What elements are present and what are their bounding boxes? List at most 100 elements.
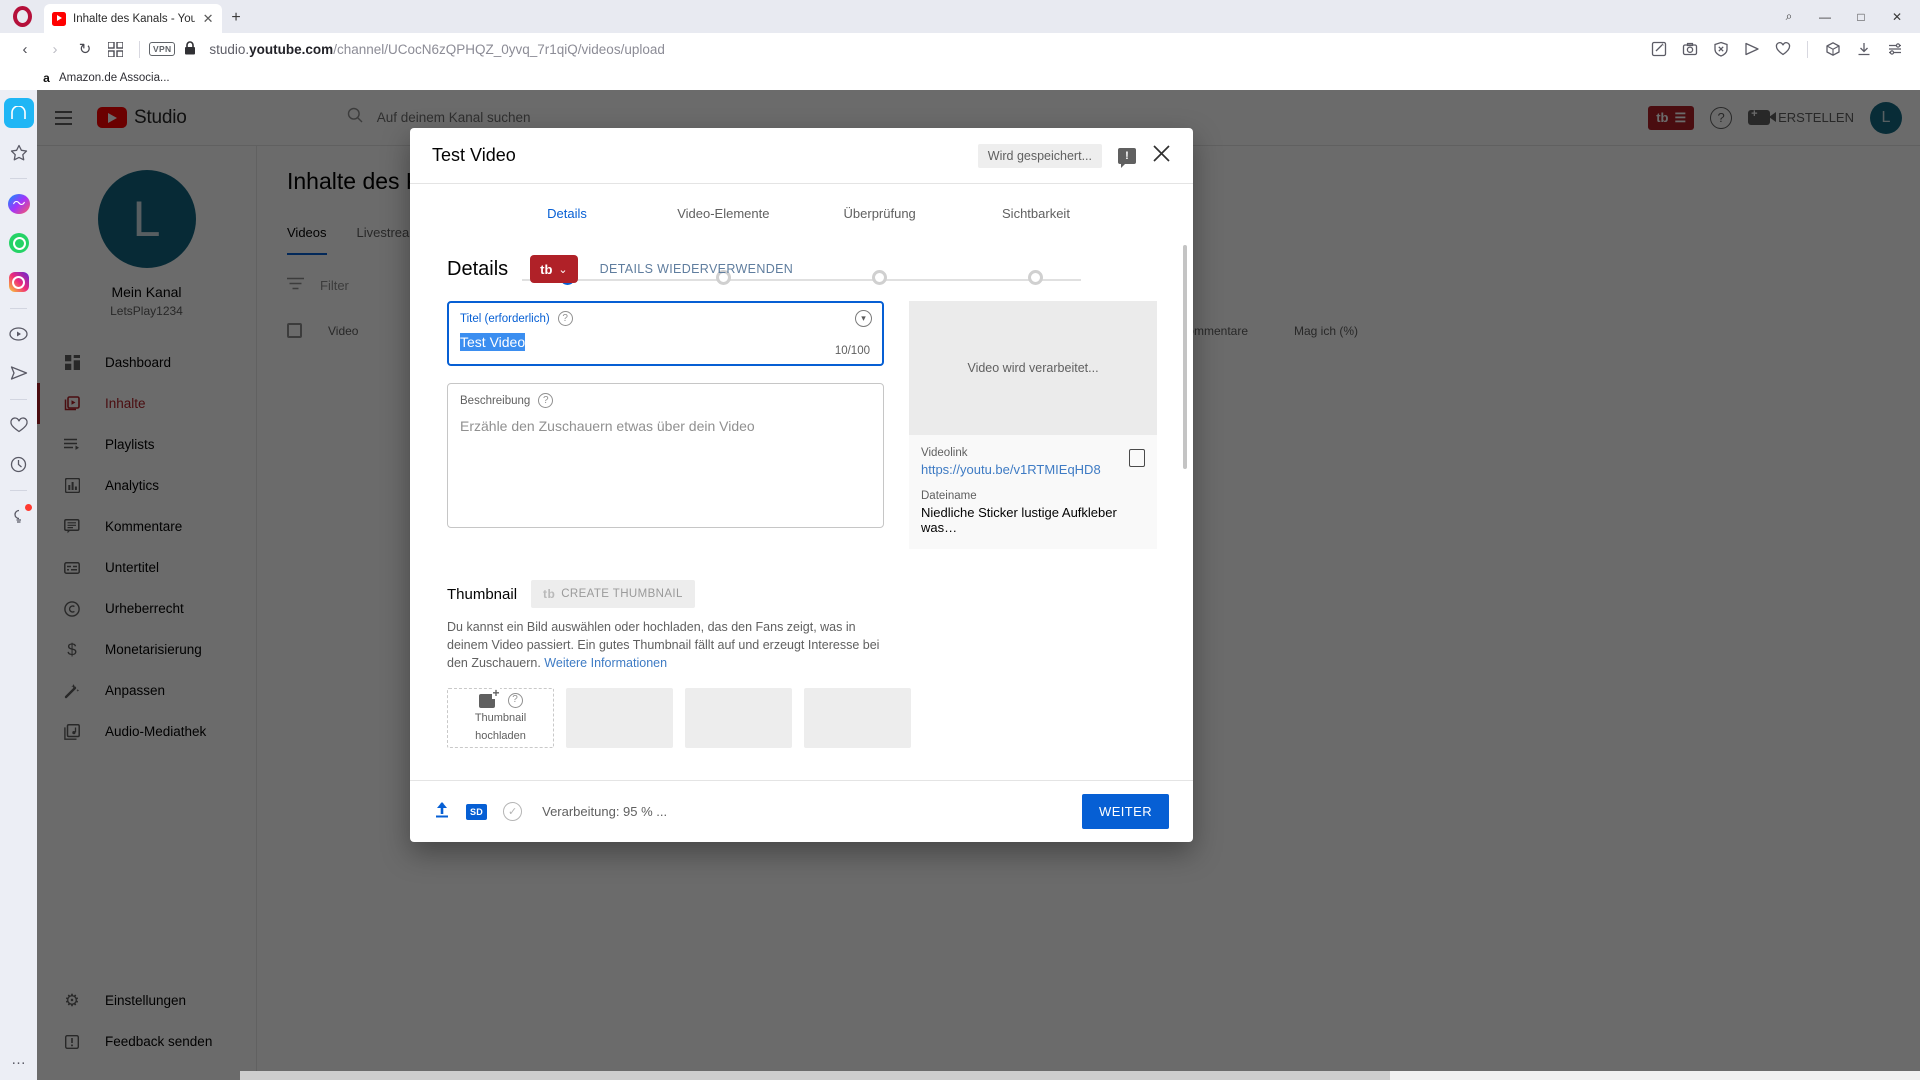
upload-thumbnail-button[interactable]: ? Thumbnail hochladen: [447, 686, 554, 749]
thumbnail-description: Du kannst ein Bild auswählen oder hochla…: [447, 619, 894, 672]
thumbnail-placeholder[interactable]: [804, 688, 911, 749]
send-icon[interactable]: [1736, 36, 1767, 62]
adblock-icon[interactable]: [1705, 36, 1736, 62]
instagram-icon[interactable]: [4, 267, 34, 297]
upload-thumbnail-icons: ?: [478, 686, 523, 708]
toolbar-divider-2: [1807, 40, 1808, 58]
address-bar[interactable]: studio.youtube.com/channel/UCocN6zQPHQZ_…: [209, 42, 664, 57]
upload-thumbnail-label-2: hochladen: [475, 729, 526, 742]
next-button[interactable]: WEITER: [1082, 794, 1169, 829]
cube-icon[interactable]: [1817, 36, 1848, 62]
chevron-down-circle-icon[interactable]: ▾: [855, 310, 872, 327]
thumbnail-options: ? Thumbnail hochladen: [447, 686, 1156, 749]
download-icon[interactable]: [1848, 36, 1879, 62]
back-button[interactable]: ‹: [10, 36, 40, 62]
processing-text: Video wird verarbeitet...: [967, 361, 1099, 375]
window-controls: ⌕ — □ ✕: [1772, 0, 1914, 33]
messenger-icon[interactable]: [4, 189, 34, 219]
bookmark-label: Amazon.de Associa...: [59, 71, 170, 84]
tab-close-icon[interactable]: ✕: [202, 11, 214, 27]
chevron-down-icon: ⌄: [558, 263, 568, 276]
step-label-details[interactable]: Details: [502, 206, 632, 221]
playlists-section-header: Playlists: [447, 779, 1156, 780]
video-preview-meta: Videolink https://youtu.be/v1RTMIEqHD8 D…: [909, 435, 1157, 549]
bookmark-item[interactable]: a Amazon.de Associa...: [40, 70, 170, 85]
tab-strip: Inhalte des Kanals - YouTub ✕ + ⌕ — □ ✕: [0, 0, 1920, 33]
step-label-sichtbarkeit[interactable]: Sichtbarkeit: [971, 206, 1101, 221]
description-placeholder: Erzähle den Zuschauern etwas über dein V…: [460, 418, 755, 434]
reload-button[interactable]: ↻: [70, 36, 100, 62]
opera-logo-icon: [0, 0, 44, 33]
copy-icon[interactable]: [1125, 446, 1145, 467]
browser-tab[interactable]: Inhalte des Kanals - YouTub ✕: [44, 4, 222, 33]
edit-page-icon[interactable]: [1643, 36, 1674, 62]
heart-icon[interactable]: [4, 410, 34, 440]
create-thumbnail-button[interactable]: tb CREATE THUMBNAIL: [531, 580, 695, 608]
lock-icon[interactable]: [184, 40, 196, 58]
dialog-header-actions: Wird gespeichert... !: [977, 143, 1171, 168]
title-field-value: Test Video: [460, 333, 526, 351]
notification-dot: [24, 504, 32, 511]
vpn-badge[interactable]: VPN: [149, 42, 176, 56]
status-badge: Wird gespeichert...: [977, 143, 1102, 168]
help-icon[interactable]: ?: [557, 311, 573, 326]
videolink-label: Videolink: [921, 447, 968, 459]
new-tab-button[interactable]: +: [222, 4, 250, 32]
close-icon[interactable]: [1152, 144, 1171, 167]
section-title-details: Details: [447, 257, 509, 280]
home-icon[interactable]: [3, 98, 34, 128]
telegram-icon[interactable]: [4, 358, 34, 388]
title-field[interactable]: Titel (erforderlich) ? Test Video 10/100…: [447, 301, 884, 366]
videolink-value[interactable]: https://youtu.be/v1RTMIEqHD8: [921, 462, 1145, 477]
title-char-counter: 10/100: [834, 345, 870, 357]
video-preview-thumbnail: Video wird verarbeitet...: [909, 301, 1157, 435]
browser-navigation-bar: ‹ › ↻ VPN studio.youtube.com/channel/UCo…: [0, 33, 1920, 65]
details-section-header: Details tb ⌄ DETAILS WIEDERVERWENDEN: [447, 255, 1156, 283]
help-icon[interactable]: ?: [538, 393, 554, 408]
snapshot-icon[interactable]: [1674, 36, 1705, 62]
description-field[interactable]: Beschreibung ? Erzähle den Zuschauern et…: [447, 383, 884, 528]
dialog-scrollbar[interactable]: [1183, 245, 1187, 469]
thumbnail-placeholder[interactable]: [685, 688, 792, 749]
step-label-ueberpruefung[interactable]: Überprüfung: [815, 206, 945, 221]
description-field-label: Beschreibung: [460, 394, 531, 407]
star-icon[interactable]: [4, 137, 34, 167]
url-prefix: studio.: [209, 41, 250, 57]
tab-search-icon[interactable]: ⌕: [1772, 3, 1806, 31]
thumbnail-learn-more-link[interactable]: Weitere Informationen: [544, 656, 667, 670]
settings-sliders-icon[interactable]: [1879, 36, 1910, 62]
minimize-button[interactable]: —: [1808, 3, 1842, 31]
upload-arrow-icon: [434, 801, 450, 823]
dialog-header: Test Video Wird gespeichert... !: [410, 128, 1193, 184]
player-icon[interactable]: [4, 319, 34, 349]
title-field-value-row: Test Video: [460, 333, 871, 351]
thumbnail-placeholder[interactable]: [566, 688, 673, 749]
help-icon[interactable]: ?: [507, 693, 523, 708]
tubebuddy-badge: tb: [540, 261, 553, 277]
lamp-icon[interactable]: [4, 501, 34, 531]
youtube-favicon-icon: [52, 11, 66, 26]
reuse-details-button[interactable]: DETAILS WIEDERVERWENDEN: [600, 262, 794, 276]
history-icon[interactable]: [4, 449, 34, 479]
upload-thumbnail-label-1: Thumbnail: [474, 712, 527, 724]
maximize-button[interactable]: □: [1844, 3, 1878, 31]
create-thumbnail-label: CREATE THUMBNAIL: [561, 588, 683, 600]
whatsapp-icon[interactable]: [4, 228, 34, 258]
forward-button[interactable]: ›: [40, 36, 70, 62]
speed-dial-icon[interactable]: [100, 36, 130, 62]
grid-icon: [107, 41, 123, 57]
feedback-flag-icon[interactable]: !: [1118, 147, 1136, 168]
check-circle-icon: ✓: [503, 802, 523, 821]
amazon-icon: a: [43, 70, 50, 85]
filename-label: Dateiname: [921, 490, 977, 502]
more-icon[interactable]: …: [11, 1051, 26, 1068]
window-close-button[interactable]: ✕: [1880, 3, 1914, 31]
opera-browser-window: Inhalte des Kanals - YouTub ✕ + ⌕ — □ ✕ …: [0, 0, 1920, 1080]
tubebuddy-dropdown-button[interactable]: tb ⌄: [530, 255, 578, 283]
sidebar-divider-4: [10, 490, 27, 491]
step-label-video-elemente[interactable]: Video-Elemente: [658, 206, 788, 221]
page-horizontal-scrollbar[interactable]: [240, 1071, 1920, 1080]
tubebuddy-badge: tb: [543, 587, 556, 601]
heart-icon[interactable]: [1767, 36, 1798, 62]
toolbar-divider: [139, 40, 140, 58]
